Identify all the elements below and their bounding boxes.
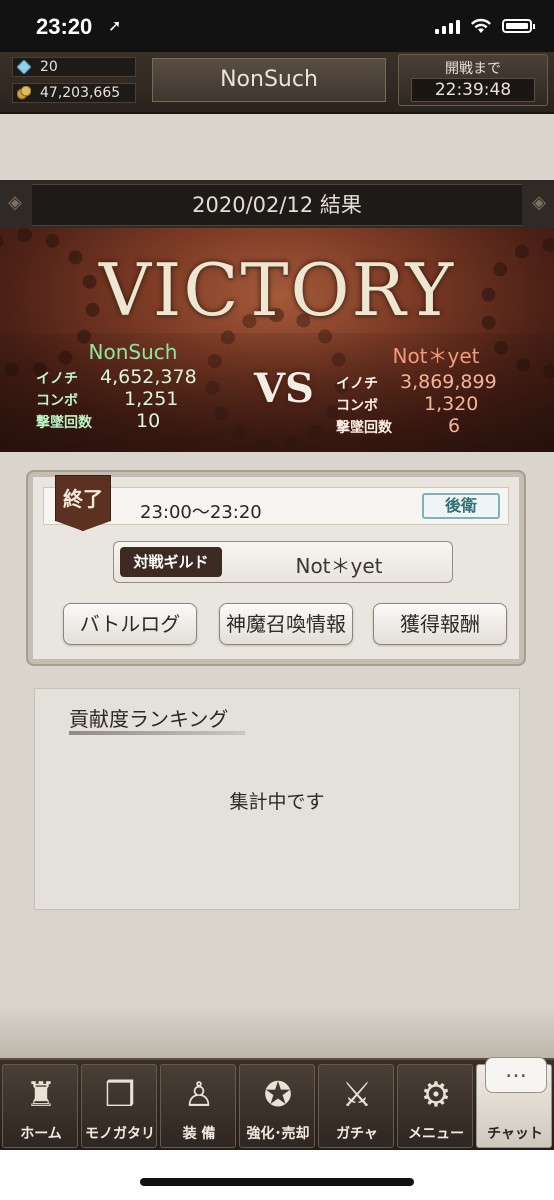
nav-story[interactable]: ❒ モノガタリ <box>81 1064 157 1148</box>
battle-info-header: 23:00〜23:20 後衛 <box>43 487 509 525</box>
battle-log-button[interactable]: バトルログ <box>63 603 197 645</box>
status-time: 23:20 <box>36 14 93 39</box>
stat-label: イノチ <box>336 376 378 392</box>
status-bar: 23:20 ➚ <box>0 0 554 52</box>
battle-countdown: 開戦まで 22:39:48 <box>398 54 548 106</box>
result-banner: VICTORY NonSuch イノチ 4,652,378 コンボ 1,251 … <box>0 228 554 452</box>
status-icons <box>435 18 535 34</box>
nav-home[interactable]: ♜ ホーム <box>2 1064 78 1148</box>
home-team-name: NonSuch <box>88 340 178 364</box>
nav-gacha[interactable]: ⚔ ガチャ <box>318 1064 394 1148</box>
ranking-title: 貢献度ランキング <box>69 707 229 731</box>
stat-label: コンボ <box>36 393 78 409</box>
bottom-nav: ♜ ホーム ❒ モノガタリ ♙ 装 備 ✪ 強化･売却 ⚔ ガチャ ⚙ メニュー… <box>0 1057 554 1152</box>
bottom-fade <box>0 1006 554 1058</box>
nav-label: ホーム <box>20 1126 62 1142</box>
battle-time-range: 23:00〜23:20 <box>140 502 262 523</box>
stat-label: 撃墜回数 <box>336 420 392 436</box>
location-arrow-icon: ➚ <box>108 16 122 35</box>
opponent-label: 対戦ギルド <box>120 547 222 577</box>
coin-icon <box>17 86 31 100</box>
home-team-stats: NonSuch イノチ 4,652,378 コンボ 1,251 撃墜回数 10 <box>36 340 266 432</box>
guild-name[interactable]: NonSuch <box>152 58 386 102</box>
nav-label: モノガタリ <box>85 1126 155 1142</box>
nav-label: 装 備 <box>182 1126 216 1142</box>
castle-icon: ♜ <box>25 1075 57 1115</box>
wifi-icon <box>471 18 491 33</box>
nav-label: メニュー <box>408 1126 464 1142</box>
coin-count: 47,203,665 <box>40 85 121 101</box>
victory-title: VICTORY <box>98 248 456 332</box>
stat-row: 撃墜回数 10 <box>36 410 266 432</box>
gem-icon <box>17 60 31 74</box>
game-header: 20 47,203,665 NonSuch 開戦まで 22:39:48 <box>0 52 554 114</box>
stat-value: 6 <box>448 415 461 437</box>
nav-label: 強化･売却 <box>246 1126 310 1142</box>
opponent-name: Not＊yet <box>295 554 383 578</box>
stat-row: イノチ 3,869,899 <box>336 371 554 393</box>
stat-label: イノチ <box>36 371 78 387</box>
gears-icon: ⚙ <box>420 1075 452 1115</box>
gacha-icon: ⚔ <box>341 1075 373 1115</box>
home-indicator-area <box>0 1150 554 1200</box>
nav-label: ガチャ <box>336 1126 378 1142</box>
result-date-title: 2020/02/12 結果 <box>32 184 522 226</box>
stat-row: 撃墜回数 6 <box>336 415 554 437</box>
contribution-ranking-panel: 貢献度ランキング 集計中です <box>34 688 520 910</box>
home-indicator[interactable] <box>140 1178 414 1186</box>
nav-equipment[interactable]: ♙ 装 備 <box>160 1064 236 1148</box>
ornament-right-icon: ◈ <box>532 192 546 213</box>
nav-menu[interactable]: ⚙ メニュー <box>397 1064 473 1148</box>
stat-value: 3,869,899 <box>400 371 497 393</box>
stat-label: 撃墜回数 <box>36 415 92 431</box>
rewards-button[interactable]: 獲得報酬 <box>373 603 507 645</box>
nav-enhance-sell[interactable]: ✪ 強化･売却 <box>239 1064 315 1148</box>
stat-row: コンボ 1,251 <box>36 388 266 410</box>
stat-row: コンボ 1,320 <box>336 393 554 415</box>
away-team-name: Not＊yet <box>392 344 480 368</box>
stat-row: イノチ 4,652,378 <box>36 366 266 388</box>
gem-counter: 20 <box>12 57 136 77</box>
ornament-left-icon: ◈ <box>8 192 22 213</box>
vs-label: VS <box>254 365 314 412</box>
stat-value: 10 <box>136 410 161 432</box>
summon-info-button[interactable]: 神魔召喚情報 <box>219 603 353 645</box>
opponent-guild-row[interactable]: 対戦ギルド Not＊yet <box>113 541 453 583</box>
ranking-title-underline <box>69 731 245 735</box>
stat-value: 4,652,378 <box>100 366 197 388</box>
signal-icon <box>435 18 460 34</box>
stat-value: 1,320 <box>424 393 479 415</box>
ranking-status: 集計中です <box>229 791 325 813</box>
stat-label: コンボ <box>336 398 378 414</box>
countdown-label: 開戦まで <box>445 61 501 77</box>
countdown-value: 22:39:48 <box>411 78 535 102</box>
position-badge: 後衛 <box>422 493 500 519</box>
battery-icon <box>502 19 535 33</box>
nav-label: チャット <box>487 1126 543 1142</box>
gem-count: 20 <box>40 59 58 75</box>
enhance-icon: ✪ <box>263 1075 293 1115</box>
coin-counter: 47,203,665 <box>12 83 136 103</box>
stat-value: 1,251 <box>124 388 179 410</box>
result-date-bar: ◈ 2020/02/12 結果 ◈ <box>0 180 554 228</box>
chat-icon: … <box>485 1057 547 1093</box>
battle-info-panel: 23:00〜23:20 後衛 終了 対戦ギルド Not＊yet バトルログ 神魔… <box>28 472 524 664</box>
equipment-icon: ♙ <box>183 1075 215 1115</box>
away-team-stats: Not＊yet イノチ 3,869,899 コンボ 1,320 撃墜回数 6 <box>336 340 554 437</box>
book-icon: ❒ <box>104 1075 136 1115</box>
nav-chat[interactable]: … チャット <box>476 1057 552 1148</box>
status-tag: 終了 <box>55 475 111 531</box>
